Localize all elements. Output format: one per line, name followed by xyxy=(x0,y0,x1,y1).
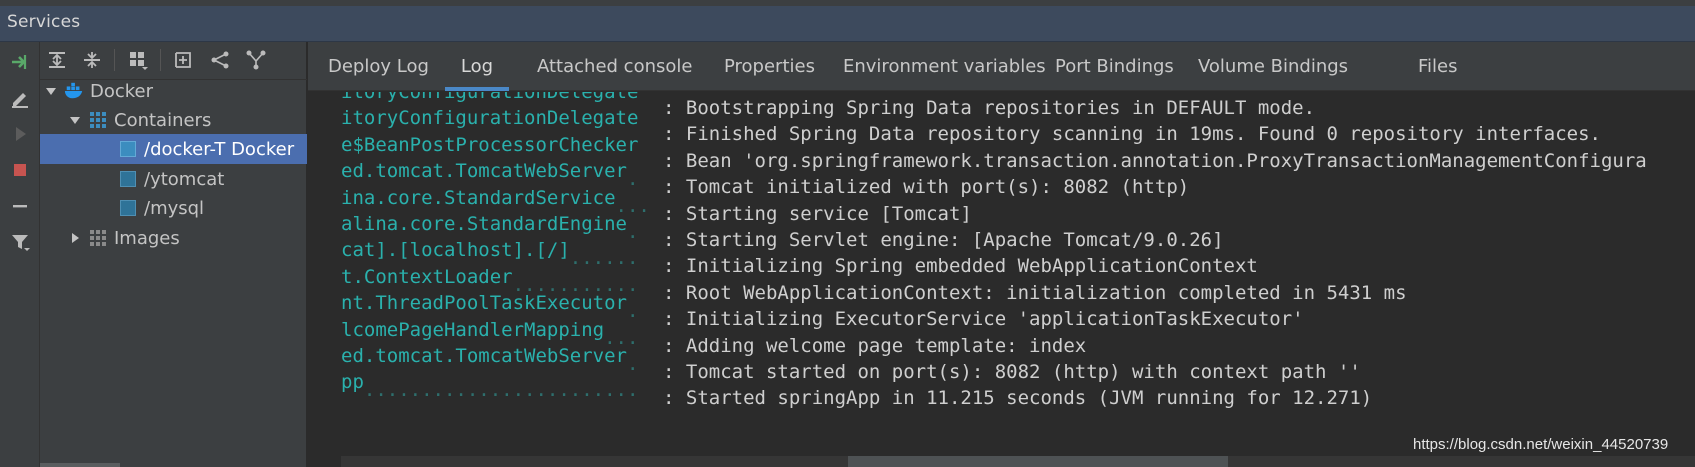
toolbar-separator xyxy=(160,49,161,71)
tab-attached-console[interactable]: Attached console xyxy=(533,42,696,91)
log-source: e$BeanPostProcessorChecker xyxy=(341,133,639,156)
log-line: nt.ThreadPoolTaskExecutor.: Initializing… xyxy=(341,289,1304,330)
tree-node-label: /mysql xyxy=(144,197,205,219)
tree-node-label: Docker xyxy=(90,80,154,102)
log-dots: ........................ xyxy=(363,379,639,402)
log-source: alina.core.StandardEngine xyxy=(341,213,627,235)
tab-volume-bindings[interactable]: Volume Bindings xyxy=(1194,42,1352,91)
tree-node-label: Images xyxy=(114,227,180,249)
log-line: ed.tomcat.TomcatWebServer.: Tomcat start… xyxy=(341,342,1361,383)
action-toolbar xyxy=(0,42,40,467)
container-icon xyxy=(118,169,138,189)
log-source: itoryConfigurationDelegate xyxy=(341,107,639,130)
container-icon xyxy=(118,139,138,159)
tree-node-container[interactable]: /docker-T Docker xyxy=(40,134,307,164)
tree-node-images[interactable]: Images xyxy=(40,223,307,253)
services-tree-panel: Docker Containers /docker-T Docker /ytom… xyxy=(40,42,307,467)
collapse-all-icon[interactable] xyxy=(78,46,106,74)
log-source: pp xyxy=(341,371,364,394)
expanded-arrow-icon[interactable] xyxy=(68,113,82,127)
log-source: ed.tomcat.TomcatWebServer xyxy=(341,160,627,183)
remove-icon[interactable] xyxy=(5,191,35,221)
log-source: ed.tomcat.TomcatWebServer xyxy=(341,345,627,367)
branch-icon[interactable] xyxy=(242,46,270,74)
expanded-arrow-icon[interactable] xyxy=(44,84,58,98)
window-title: Services xyxy=(7,12,81,32)
tree-node-label: /docker-T Docker xyxy=(144,138,295,160)
docker-icon xyxy=(64,81,84,101)
log-source-column: pp........................ xyxy=(341,368,663,404)
watermark: https://blog.csdn.net/weixin_44520739 xyxy=(1413,436,1669,453)
expand-all-icon[interactable] xyxy=(43,46,71,74)
tree-toolbar xyxy=(40,42,307,80)
log-source: cat].[localhost].[/] xyxy=(341,239,570,262)
run-icon[interactable] xyxy=(5,47,35,77)
log-line: t.ContextLoader...........: Root WebAppl… xyxy=(341,263,1407,304)
tab-environment-variables[interactable]: Environment variables xyxy=(839,42,1050,91)
log-line: e$BeanPostProcessorChecker: Bean 'org.sp… xyxy=(341,131,1647,172)
tree-node-container[interactable]: /ytomcat xyxy=(40,164,307,194)
log-source: nt.ThreadPoolTaskExecutor xyxy=(341,292,627,315)
log-line: pp........................: Started spri… xyxy=(341,368,1372,409)
add-service-icon[interactable] xyxy=(170,46,198,74)
log-line: cat].[localhost].[/]......: Initializing… xyxy=(341,236,1258,277)
filter-icon[interactable] xyxy=(5,227,35,257)
log-source: t.ContextLoader xyxy=(341,265,513,288)
group-services-icon[interactable] xyxy=(124,46,152,74)
log-line: ed.tomcat.TomcatWebServer.: Tomcat initi… xyxy=(341,157,1189,198)
log-output[interactable]: itoryConfigurationDelegate: Bootstrappin… xyxy=(308,92,1695,467)
tree-node-docker[interactable]: Docker xyxy=(40,76,307,106)
tab-deploy-log[interactable]: Deploy Log xyxy=(324,42,433,91)
tree-node-container[interactable]: /mysql xyxy=(40,193,307,223)
edit-icon[interactable] xyxy=(5,83,35,113)
start-icon[interactable] xyxy=(5,119,35,149)
horizontal-scrollbar-thumb[interactable] xyxy=(848,456,1228,467)
log-line: itoryConfigurationDelegate: Finished Spr… xyxy=(341,104,1601,145)
container-icon xyxy=(118,198,138,218)
log-line: alina.core.StandardEngine.: Starting Ser… xyxy=(341,210,1224,251)
tree-node-label: /ytomcat xyxy=(144,168,225,190)
tab-port-bindings[interactable]: Port Bindings xyxy=(1051,42,1178,91)
stop-icon[interactable] xyxy=(5,155,35,185)
title-bar: Services xyxy=(0,6,1695,42)
tree-scrollbar[interactable] xyxy=(40,463,120,467)
log-line: ina.core.StandardService...: Starting se… xyxy=(341,184,972,225)
log-line: lcomePageHandlerMapping...: Adding welco… xyxy=(341,316,1086,357)
images-grid-icon xyxy=(88,228,108,248)
containers-grid-icon xyxy=(88,110,108,130)
collapsed-arrow-icon[interactable] xyxy=(68,231,82,245)
log-source: ina.core.StandardService xyxy=(341,186,616,209)
toolbar-separator xyxy=(114,49,115,71)
tab-log[interactable]: Log xyxy=(445,42,509,91)
log-message: : Started springApp in 11.215 seconds (J… xyxy=(663,387,1373,410)
tab-files[interactable]: Files xyxy=(1414,42,1462,91)
tabs-bar: Deploy Log Log Attached console Properti… xyxy=(308,42,1695,91)
tree-node-containers[interactable]: Containers xyxy=(40,105,307,135)
tab-properties[interactable]: Properties xyxy=(720,42,819,91)
link-icon[interactable] xyxy=(206,46,234,74)
tree-node-label: Containers xyxy=(114,109,212,131)
active-tab-indicator xyxy=(445,87,509,91)
log-source: lcomePageHandlerMapping xyxy=(341,318,605,341)
